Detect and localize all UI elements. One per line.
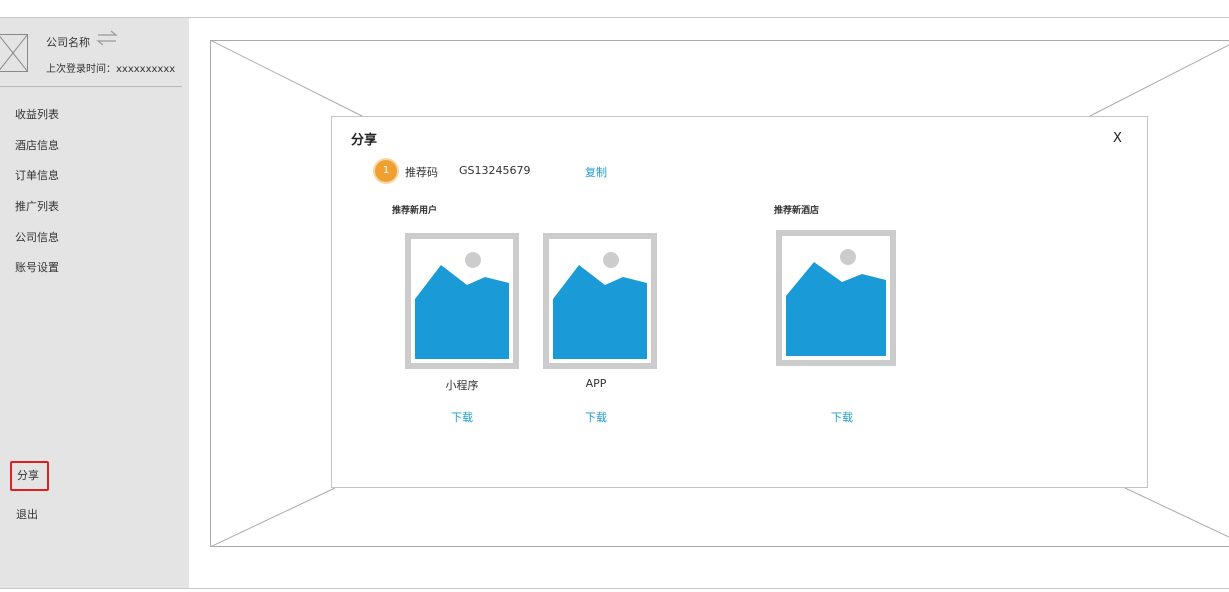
section-title-new-users: 推荐新用户 — [392, 206, 438, 216]
close-button[interactable]: X — [1113, 131, 1122, 146]
share-modal: 分享 X 1 推荐码 GS13245679 复制 推荐新用户 推荐新酒店 小程序… — [331, 116, 1148, 488]
sidebar-item-company-info[interactable]: 公司信息 — [15, 231, 59, 262]
sidebar-item-account-settings[interactable]: 账号设置 — [15, 261, 59, 292]
modal-title: 分享 — [351, 133, 378, 148]
sidebar-item-hotel-info[interactable]: 酒店信息 — [15, 139, 59, 170]
download-mini-program-link[interactable]: 下载 — [432, 409, 492, 425]
referral-code-label: 推荐码 — [405, 166, 438, 179]
sidebar-item-revenue-list[interactable]: 收益列表 — [15, 108, 59, 139]
sidebar-item-logout[interactable]: 退出 — [16, 506, 38, 522]
caption-app: APP — [585, 377, 607, 390]
sidebar-menu: 收益列表 酒店信息 订单信息 推广列表 公司信息 账号设置 — [15, 108, 59, 292]
image-placeholder-icon — [776, 230, 896, 366]
sidebar-divider — [0, 86, 182, 87]
sidebar: 公司名称 上次登录时间：xxxxxxxxxx 收益列表 酒店信息 订单信息 推广… — [0, 18, 189, 588]
step-badge: 1 — [375, 160, 397, 182]
swap-arrows-icon[interactable] — [96, 30, 118, 46]
caption-mini-program: 小程序 — [445, 379, 479, 392]
sidebar-item-share[interactable]: 分享 — [10, 461, 49, 491]
copy-link[interactable]: 复制 — [585, 164, 607, 180]
image-placeholder-icon — [543, 233, 657, 369]
last-login-time: 上次登录时间：xxxxxxxxxx — [46, 64, 176, 75]
download-hotel-link[interactable]: 下载 — [812, 409, 872, 425]
download-app-link[interactable]: 下载 — [566, 409, 626, 425]
avatar-placeholder-icon — [0, 34, 28, 72]
sidebar-item-order-info[interactable]: 订单信息 — [15, 169, 59, 200]
company-name: 公司名称 — [46, 36, 90, 49]
referral-code-value: GS13245679 — [459, 164, 531, 177]
sidebar-item-promotion-list[interactable]: 推广列表 — [15, 200, 59, 231]
image-placeholder-icon — [405, 233, 519, 369]
section-title-new-hotels: 推荐新酒店 — [774, 206, 820, 216]
